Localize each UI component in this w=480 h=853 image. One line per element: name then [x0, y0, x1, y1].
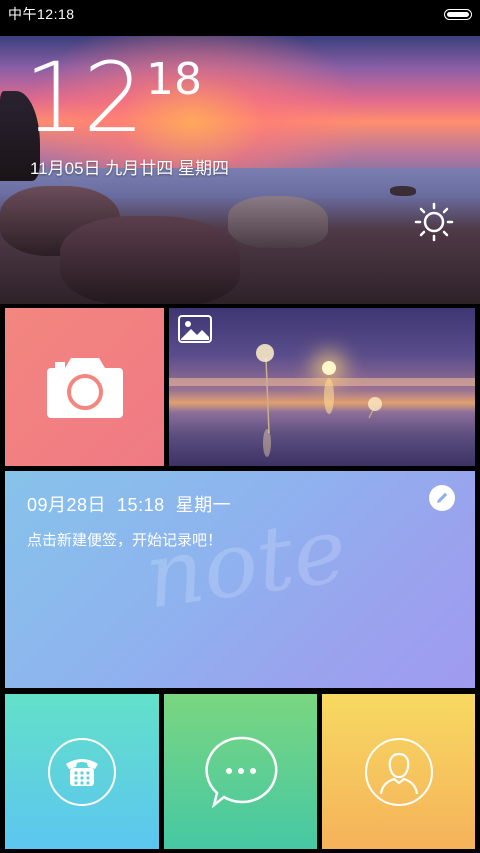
- messages-tile[interactable]: [164, 694, 317, 849]
- sun-glow: [322, 361, 336, 375]
- note-hint: 点击新建便签，开始记录吧！: [27, 532, 223, 549]
- note-watermark: note: [138, 497, 353, 630]
- rock-shape: [228, 196, 328, 248]
- image-icon: [178, 315, 212, 343]
- contacts-tile[interactable]: [322, 694, 475, 849]
- note-datetime: 09月28日 15:18 星期一: [27, 495, 232, 515]
- status-bar: 中午12:18: [0, 0, 480, 28]
- lockscreen-clock-widget[interactable]: 12 18 11月05日 九月廿四 星期四: [0, 36, 480, 304]
- chat-bubble-icon: [204, 736, 277, 808]
- clock-hours: 12: [24, 42, 144, 154]
- pencil-icon[interactable]: [429, 485, 455, 511]
- camera-tile[interactable]: [5, 308, 164, 466]
- date-line: 11月05日 九月廿四 星期四: [30, 159, 230, 178]
- gallery-photo: [169, 344, 475, 457]
- sun-icon[interactable]: [414, 202, 454, 242]
- contact-person-icon: [364, 737, 433, 806]
- phone-keypad-icon: [48, 737, 116, 806]
- note-tile[interactable]: note 09月28日 15:18 星期一 点击新建便签，开始记录吧！: [5, 471, 475, 688]
- clock-minutes: 18: [146, 54, 202, 105]
- rock-shape: [390, 186, 416, 196]
- rock-shape: [60, 216, 240, 304]
- gallery-tile[interactable]: [169, 308, 475, 466]
- phone-tile[interactable]: [5, 694, 159, 849]
- battery-full-icon: [444, 8, 472, 20]
- camera-icon: [46, 358, 123, 418]
- status-time: 中午12:18: [8, 6, 75, 22]
